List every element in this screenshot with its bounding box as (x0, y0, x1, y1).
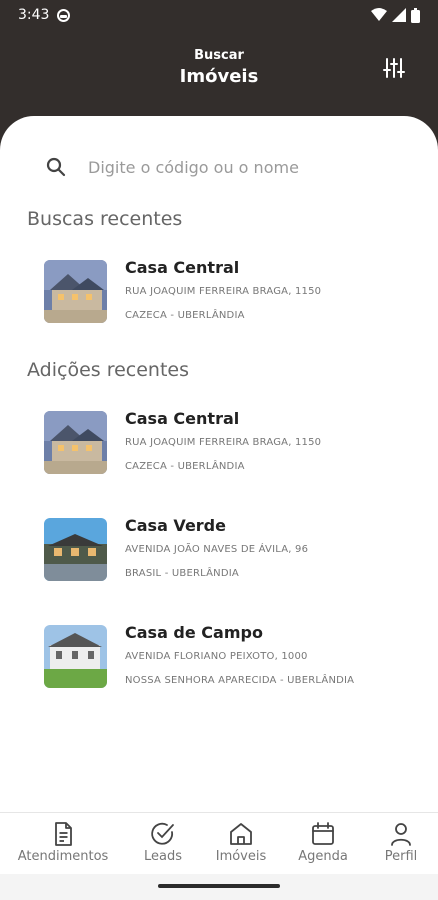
home-gesture-bar[interactable] (158, 884, 280, 888)
search-icon (46, 157, 66, 177)
nav-item-agenda[interactable]: Agenda (291, 821, 355, 864)
property-name: Casa Central (125, 258, 240, 277)
property-location: CAZECA - UBERLÂNDIA (125, 461, 245, 472)
list-item[interactable]: Casa Verde AVENIDA JOÃO NAVES DE ÁVILA, … (44, 516, 414, 588)
property-location: NOSSA SENHORA APARECIDA - UBERLÂNDIA (125, 675, 355, 686)
list-item[interactable]: Casa de Campo AVENIDA FLORIANO PEIXOTO, … (44, 623, 414, 695)
nav-item-perfil[interactable]: Perfil (376, 821, 426, 864)
nav-item-imoveis[interactable]: Imóveis (208, 821, 274, 864)
status-bar: 3:43 (0, 0, 438, 30)
search-placeholder: Digite o código ou o nome (88, 157, 299, 177)
property-thumbnail (44, 411, 107, 474)
nav-label: Leads (143, 849, 182, 864)
nav-item-leads[interactable]: Leads (133, 821, 193, 864)
property-address: RUA JOAQUIM FERREIRA BRAGA, 1150 (125, 286, 322, 297)
recent-additions-title: Adições recentes (27, 359, 190, 381)
property-thumbnail (44, 518, 107, 581)
document-icon (55, 822, 72, 846)
notification-icon (57, 8, 71, 22)
recent-searches-title: Buscas recentes (27, 208, 183, 230)
header-subtitle: Buscar (194, 48, 244, 63)
property-name: Casa Central (125, 409, 240, 428)
signal-icon (392, 8, 406, 22)
sliders-icon (383, 58, 405, 78)
property-location: BRASIL - UBERLÂNDIA (125, 568, 239, 579)
calendar-icon (312, 822, 334, 845)
nav-label: Perfil (384, 849, 418, 864)
person-icon (391, 823, 411, 846)
search-input[interactable]: Digite o código ou o nome (28, 146, 408, 188)
house-icon (230, 823, 252, 845)
nav-label: Agenda (298, 849, 348, 864)
property-location: CAZECA - UBERLÂNDIA (125, 310, 245, 321)
property-name: Casa Verde (125, 516, 226, 535)
filter-button[interactable] (382, 56, 406, 80)
property-address: AVENIDA JOÃO NAVES DE ÁVILA, 96 (125, 544, 309, 555)
property-thumbnail (44, 625, 107, 688)
nav-label: Imóveis (215, 849, 267, 864)
property-name: Casa de Campo (125, 623, 263, 642)
check-circle-icon (151, 822, 174, 845)
battery-icon (411, 7, 420, 23)
property-thumbnail (44, 260, 107, 323)
list-item[interactable]: Casa Central RUA JOAQUIM FERREIRA BRAGA,… (44, 409, 414, 481)
content-sheet: Digite o código ou o nome Buscas recente… (0, 116, 438, 812)
nav-item-atendimentos[interactable]: Atendimentos (13, 821, 113, 864)
page-title: Imóveis (179, 66, 259, 87)
status-time: 3:43 (18, 7, 50, 23)
wifi-icon (371, 8, 387, 21)
property-address: AVENIDA FLORIANO PEIXOTO, 1000 (125, 651, 308, 662)
list-item[interactable]: Casa Central RUA JOAQUIM FERREIRA BRAGA,… (44, 258, 414, 330)
nav-label: Atendimentos (17, 849, 109, 864)
property-address: RUA JOAQUIM FERREIRA BRAGA, 1150 (125, 437, 322, 448)
bottom-nav: Atendimentos Leads Imóveis Agenda Perfil (0, 812, 438, 874)
status-icons (371, 7, 420, 23)
